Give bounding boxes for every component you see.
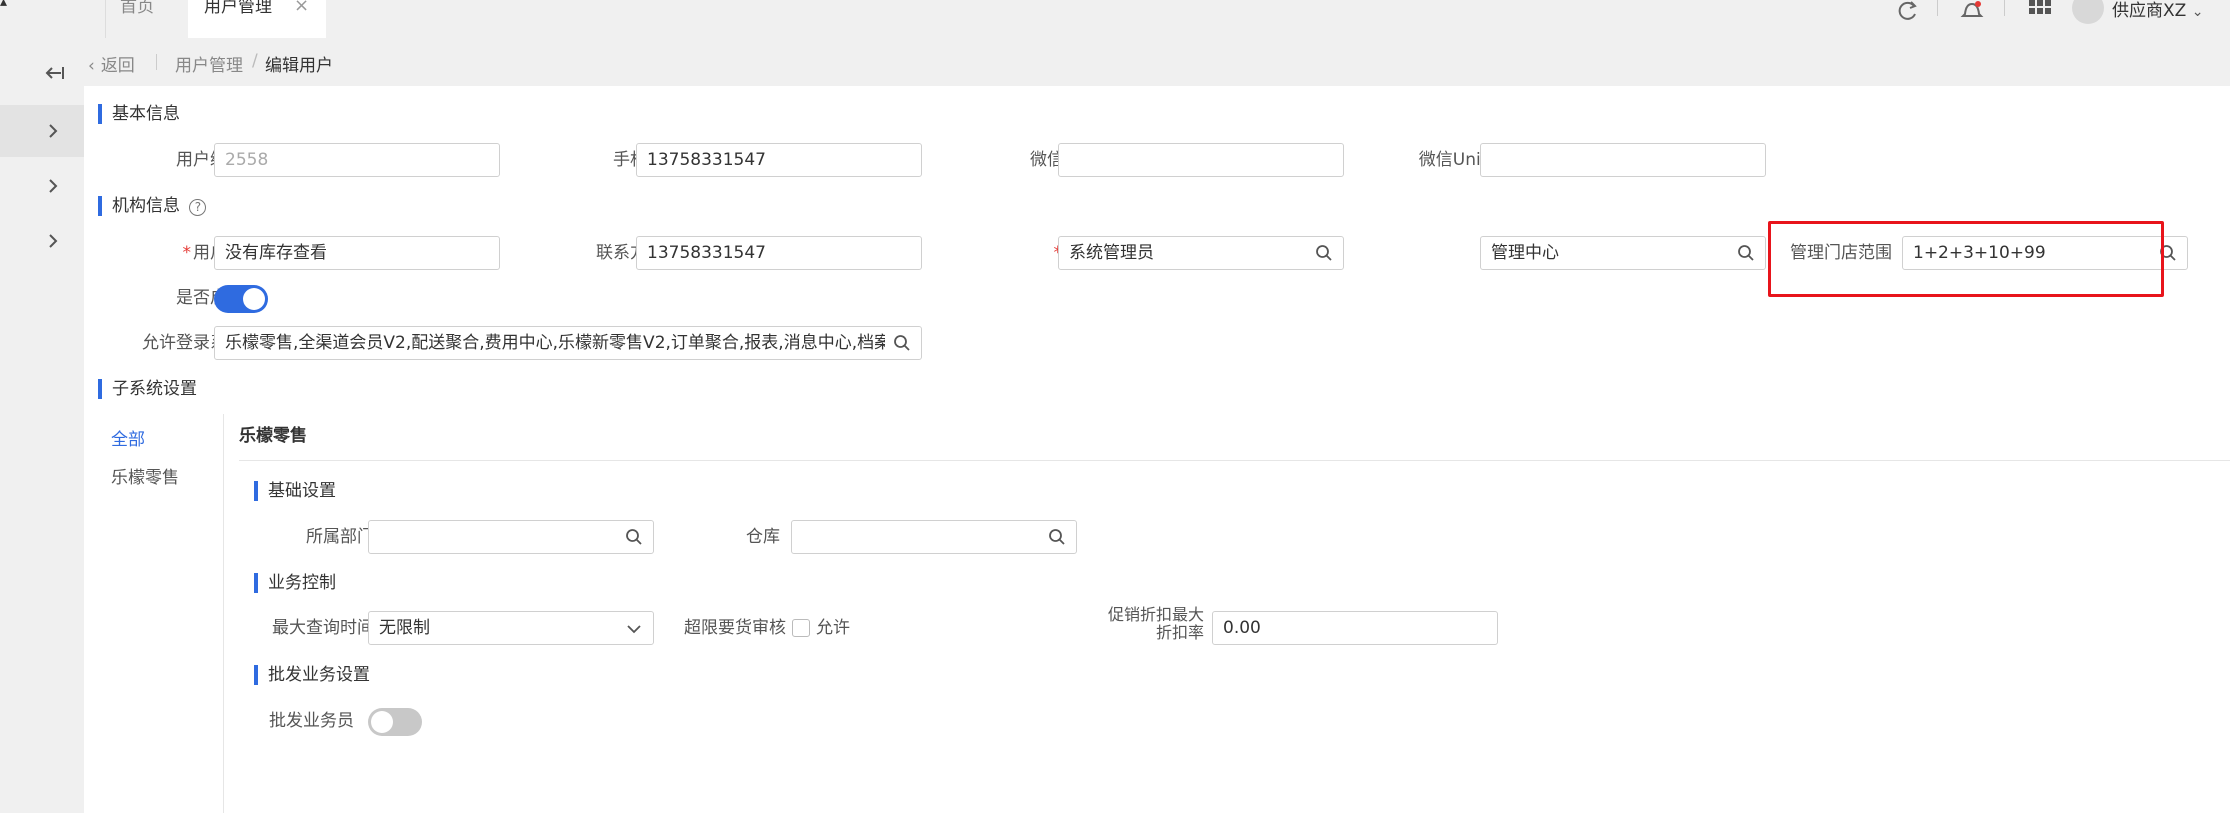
chevron-right-icon xyxy=(49,179,58,193)
help-icon[interactable]: ? xyxy=(189,199,207,216)
tab-user-management[interactable]: 用户管理 × xyxy=(188,0,326,38)
sidebar-item-2[interactable] xyxy=(0,160,84,212)
max-query-time-select[interactable]: 无限制 xyxy=(368,611,654,645)
chevron-left-icon: ‹ xyxy=(88,56,95,76)
promo-discount-label-line2: 折扣率 xyxy=(1155,623,1204,642)
warehouse-label: 仓库 xyxy=(746,527,780,547)
username-field[interactable]: 没有库存查看 xyxy=(214,236,500,270)
allowed-systems-field[interactable]: 乐檬零售,全渠道会员V2,配送聚合,费用中心,乐檬新零售V2,订单聚合,报表,消… xyxy=(214,326,922,360)
role-value: 系统管理员 xyxy=(1069,243,1154,263)
promo-discount-label-line1: 促销折扣最大 xyxy=(1107,605,1204,624)
wechat-unionid-field[interactable] xyxy=(1480,143,1766,177)
search-icon[interactable] xyxy=(1315,244,1333,262)
divider xyxy=(223,414,224,813)
side-rail xyxy=(0,38,84,813)
phone-field[interactable]: 13758331547 xyxy=(636,143,922,177)
chevron-right-icon xyxy=(49,234,58,248)
allowed-systems-value: 乐檬零售,全渠道会员V2,配送聚合,费用中心,乐檬新零售V2,订单聚合,报表,消… xyxy=(225,333,885,353)
apps-icon[interactable] xyxy=(2026,0,2054,22)
caret-left-icon[interactable]: ▴ xyxy=(0,0,7,10)
contact-field[interactable]: 13758331547 xyxy=(636,236,922,270)
search-icon[interactable] xyxy=(625,528,643,546)
store-scope-field[interactable]: 1+2+3+10+99 xyxy=(1902,236,2188,270)
user-name[interactable]: 供应商XZ ⌄ xyxy=(2112,0,2203,21)
search-icon[interactable] xyxy=(893,334,911,352)
enabled-toggle[interactable] xyxy=(214,285,268,313)
tab-home-label: 首页 xyxy=(120,0,154,17)
edit-user-form: 基本信息 用户编号 2558 手机号 13758331547 微信昵称 微信Un… xyxy=(84,86,2230,813)
search-icon[interactable] xyxy=(2159,244,2177,262)
max-query-time-label: 最大查询时间 xyxy=(272,618,374,638)
over-limit-audit-label: 超限要货审核 xyxy=(684,618,786,638)
store-field[interactable]: 管理中心 xyxy=(1480,236,1766,270)
breadcrumb-separator: / xyxy=(252,51,258,71)
back-label: 返回 xyxy=(100,56,135,76)
department-field[interactable] xyxy=(368,520,654,554)
store-scope-label: 管理门店范围 xyxy=(1790,243,1892,263)
collapse-sidebar-icon[interactable] xyxy=(44,62,66,84)
refresh-icon[interactable] xyxy=(1893,0,1921,22)
max-query-time-value: 无限制 xyxy=(379,618,430,638)
toggle-knob xyxy=(243,288,265,310)
divider xyxy=(1937,0,1938,16)
back-link[interactable]: ‹ 返回 xyxy=(88,51,135,76)
wholesale-salesman-label: 批发业务员 xyxy=(269,711,354,731)
subsystem-nav-all[interactable]: 全部 xyxy=(111,425,145,450)
store-value: 管理中心 xyxy=(1491,243,1559,263)
sidebar-item-1[interactable] xyxy=(0,105,84,157)
breadcrumb-current: 编辑用户 xyxy=(265,56,333,76)
chevron-right-icon xyxy=(49,124,58,138)
search-icon[interactable] xyxy=(1048,528,1066,546)
toggle-knob xyxy=(371,711,393,733)
wechat-nickname-field[interactable] xyxy=(1058,143,1344,177)
subsystem-nav-lemeng-retail[interactable]: 乐檬零售 xyxy=(111,463,179,488)
promo-discount-label: 促销折扣最大 折扣率 xyxy=(1084,606,1204,642)
search-icon[interactable] xyxy=(1737,244,1755,262)
promo-discount-field[interactable]: 0.00 xyxy=(1212,611,1498,645)
breadcrumb-user-management[interactable]: 用户管理 xyxy=(175,51,243,76)
close-icon[interactable]: × xyxy=(294,0,309,15)
user-name-label: 供应商XZ xyxy=(2112,1,2187,21)
top-bar: ▴ 首页 用户管理 × 供应商XZ ⌄ xyxy=(0,0,2230,38)
chevron-down-icon xyxy=(627,625,641,634)
section-org-info: 机构信息 ? xyxy=(98,196,207,216)
divider xyxy=(156,54,157,70)
section-wholesale-settings: 批发业务设置 xyxy=(254,665,370,685)
divider xyxy=(2004,0,2005,16)
tab-user-management-label: 用户管理 xyxy=(204,0,272,17)
section-subsystem-settings: 子系统设置 xyxy=(98,379,197,399)
subsystem-panel-title: 乐檬零售 xyxy=(239,426,307,446)
breadcrumb: ‹ 返回 用户管理 / 编辑用户 xyxy=(84,38,2230,86)
wholesale-salesman-toggle[interactable] xyxy=(368,708,422,736)
sidebar-item-3[interactable] xyxy=(0,215,84,267)
allow-label: 允许 xyxy=(816,618,850,638)
required-mark: * xyxy=(182,243,192,263)
store-scope-value: 1+2+3+10+99 xyxy=(1913,243,2046,263)
section-basic-info: 基本信息 xyxy=(98,104,180,124)
section-basic-settings: 基础设置 xyxy=(254,481,336,501)
department-label: 所属部门 xyxy=(306,527,374,547)
section-org-info-label: 机构信息 xyxy=(112,196,180,216)
chevron-down-icon: ⌄ xyxy=(2191,4,2204,20)
allow-checkbox[interactable] xyxy=(792,619,810,637)
tab-home[interactable]: 首页 xyxy=(105,0,185,38)
section-business-control: 业务控制 xyxy=(254,573,336,593)
role-field[interactable]: 系统管理员 xyxy=(1058,236,1344,270)
user-id-field[interactable]: 2558 xyxy=(214,143,500,177)
divider xyxy=(239,460,2230,461)
warehouse-field[interactable] xyxy=(791,520,1077,554)
bell-icon[interactable] xyxy=(1958,0,1986,22)
avatar[interactable] xyxy=(2072,0,2104,24)
